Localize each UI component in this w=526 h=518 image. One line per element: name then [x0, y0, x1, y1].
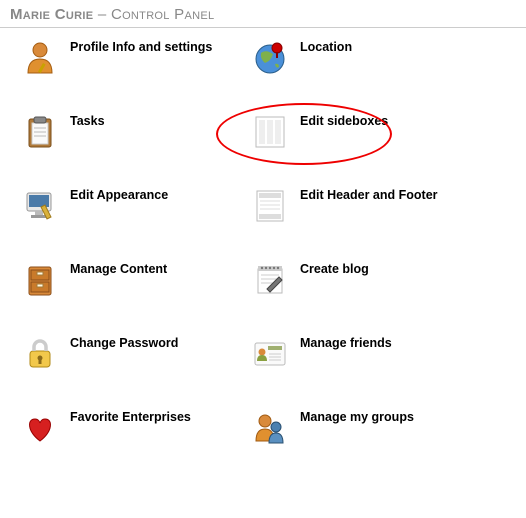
appearance-icon [20, 186, 60, 226]
item-label: Manage Content [70, 260, 167, 276]
friends-card-icon [250, 334, 290, 374]
notepad-icon [250, 260, 290, 300]
page-title: Marie Curie – Control Panel [0, 0, 526, 28]
item-manage-content[interactable]: Manage Content [20, 260, 250, 300]
item-edit-appearance[interactable]: Edit Appearance [20, 186, 250, 226]
item-label: Manage my groups [300, 408, 414, 424]
item-manage-my-groups[interactable]: Manage my groups [250, 408, 480, 448]
item-label: Location [300, 38, 352, 54]
item-label: Edit Appearance [70, 186, 168, 202]
item-edit-sideboxes[interactable]: Edit sideboxes [250, 112, 480, 152]
item-label: Profile Info and settings [70, 38, 212, 54]
item-label: Edit sideboxes [300, 112, 388, 128]
item-label: Manage friends [300, 334, 392, 350]
item-create-blog[interactable]: Create blog [250, 260, 480, 300]
item-label: Tasks [70, 112, 105, 128]
profile-icon [20, 38, 60, 78]
sidebox-icon [250, 112, 290, 152]
item-manage-friends[interactable]: Manage friends [250, 334, 480, 374]
item-label: Create blog [300, 260, 369, 276]
heart-icon [20, 408, 60, 448]
item-profile-info[interactable]: Profile Info and settings [20, 38, 250, 78]
item-change-password[interactable]: Change Password [20, 334, 250, 374]
item-label: Change Password [70, 334, 178, 350]
header-footer-icon [250, 186, 290, 226]
clipboard-icon [20, 112, 60, 152]
groups-icon [250, 408, 290, 448]
lock-icon [20, 334, 60, 374]
control-panel-grid: Profile Info and settings Location [0, 28, 526, 478]
item-tasks[interactable]: Tasks [20, 112, 250, 152]
globe-icon [250, 38, 290, 78]
item-label: Edit Header and Footer [300, 186, 438, 202]
item-edit-header-footer[interactable]: Edit Header and Footer [250, 186, 480, 226]
item-location[interactable]: Location [250, 38, 480, 78]
item-label: Favorite Enterprises [70, 408, 191, 424]
drawer-icon [20, 260, 60, 300]
item-favorite-enterprises[interactable]: Favorite Enterprises [20, 408, 250, 448]
